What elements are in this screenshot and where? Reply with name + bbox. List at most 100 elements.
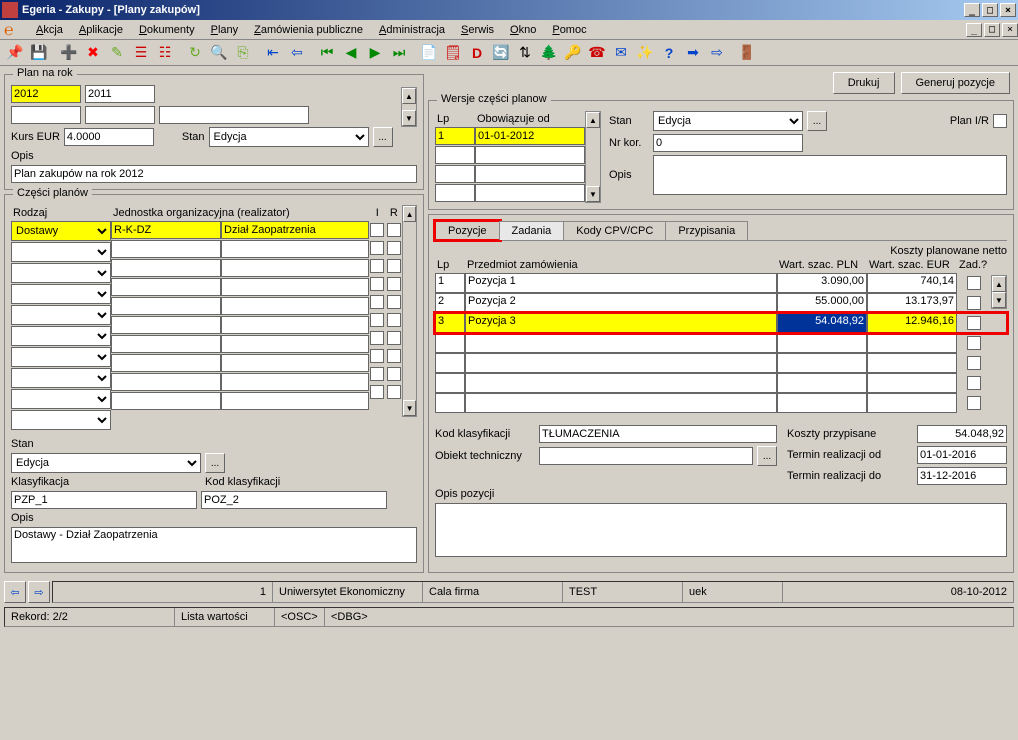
find-icon[interactable]: 🔍	[208, 42, 230, 64]
nav-fwd-icon[interactable]: ⇨	[28, 581, 50, 603]
nav-back-icon[interactable]: ⇦	[4, 581, 26, 603]
wand-icon[interactable]: ✨	[634, 42, 656, 64]
help-icon[interactable]: ?	[658, 42, 680, 64]
opis-pozycji-input[interactable]	[435, 503, 1007, 557]
copy-icon[interactable]: ⎘	[232, 42, 254, 64]
mdi-minimize-button[interactable]: _	[966, 23, 982, 37]
jed1-input-6[interactable]	[111, 316, 221, 334]
i-checkbox[interactable]	[370, 331, 384, 345]
zad-checkbox[interactable]	[967, 356, 981, 370]
menu-aplikacje[interactable]: Aplikacje	[71, 22, 131, 38]
year-from-input[interactable]	[11, 85, 81, 103]
notes-icon[interactable]: 🗒	[442, 42, 464, 64]
tab-pozycje[interactable]: Pozycje	[435, 221, 500, 240]
wersje-lp-input[interactable]	[435, 127, 475, 145]
scroll-down-icon[interactable]: ▼	[402, 110, 416, 126]
i-checkbox[interactable]	[370, 259, 384, 273]
jed2-input-9[interactable]	[221, 373, 369, 391]
eur-cell[interactable]: 740,14	[867, 273, 957, 293]
tab-zadania[interactable]: Zadania	[499, 221, 565, 240]
koszty-przyp-input[interactable]	[917, 425, 1007, 443]
zad-checkbox[interactable]	[967, 336, 981, 350]
rodzaj-select-8[interactable]	[11, 368, 111, 388]
generate-button[interactable]: Generuj pozycje	[901, 72, 1011, 94]
jed2-input-10[interactable]	[221, 392, 369, 410]
sort-icon[interactable]: ⇅	[514, 42, 536, 64]
zad-checkbox[interactable]	[967, 396, 981, 410]
czesci-stan-lookup-button[interactable]: ...	[205, 453, 225, 473]
scroll-down-icon[interactable]: ▼	[403, 400, 416, 416]
table-row[interactable]: 1 Pozycja 1 3.090,00 740,14	[435, 273, 1007, 293]
scroll-up-icon[interactable]: ▲	[586, 112, 600, 128]
kurs-input[interactable]	[64, 128, 154, 146]
jed2-input-7[interactable]	[221, 335, 369, 353]
menu-serwis[interactable]: Serwis	[453, 22, 502, 38]
table-row-selected[interactable]: 3 Pozycja 3 54.048,92 12.946,16	[435, 313, 1007, 333]
jed2-input-2[interactable]	[221, 240, 369, 258]
klas-input[interactable]	[11, 491, 197, 509]
wersje-obow-input-4[interactable]	[475, 184, 585, 202]
jed2-input[interactable]	[221, 221, 369, 239]
eur-cell[interactable]: 13.173,97	[867, 293, 957, 313]
r-checkbox[interactable]	[387, 295, 401, 309]
menu-akcja[interactable]: Akcja	[28, 22, 71, 38]
jed2-input-6[interactable]	[221, 316, 369, 334]
nav-prev-icon[interactable]: ⇦	[286, 42, 308, 64]
prz-cell[interactable]: Pozycja 3	[465, 313, 777, 333]
minimize-button[interactable]: _	[964, 3, 980, 17]
termin-od-input[interactable]	[917, 446, 1007, 464]
zad-checkbox[interactable]	[967, 296, 981, 310]
rodzaj-select-10[interactable]	[11, 410, 111, 430]
scroll-up-icon[interactable]: ▲	[403, 206, 416, 222]
jed1-input-3[interactable]	[111, 259, 221, 277]
menu-plany[interactable]: Plany	[203, 22, 247, 38]
year-to-2-input[interactable]	[85, 106, 155, 124]
i-checkbox[interactable]	[370, 385, 384, 399]
wersje-stan-select[interactable]: Edycja	[653, 111, 803, 131]
menu-administracja[interactable]: Administracja	[371, 22, 453, 38]
wersje-lp-input-4[interactable]	[435, 184, 475, 202]
close-button[interactable]: ×	[1000, 3, 1016, 17]
rodzaj-select-5[interactable]	[11, 305, 111, 325]
prz-cell[interactable]: Pozycja 1	[465, 273, 777, 293]
kodklas-input[interactable]	[539, 425, 777, 443]
mail-icon[interactable]: ✉	[610, 42, 632, 64]
year-from-2-input[interactable]	[11, 106, 81, 124]
rodzaj-select[interactable]: Dostawy	[11, 221, 111, 241]
jed1-input-10[interactable]	[111, 392, 221, 410]
mdi-close-button[interactable]: ×	[1002, 23, 1018, 37]
jed1-input-9[interactable]	[111, 373, 221, 391]
doc-icon[interactable]: 📄	[418, 42, 440, 64]
nav-last-icon[interactable]: ⇨	[706, 42, 728, 64]
zad-checkbox[interactable]	[967, 316, 981, 330]
table-row[interactable]	[435, 333, 1007, 353]
table-row[interactable]: 2 Pozycja 2 55.000,00 13.173,97	[435, 293, 1007, 313]
i-checkbox[interactable]	[370, 313, 384, 327]
menu-okno[interactable]: Okno	[502, 22, 544, 38]
prz-cell[interactable]: Pozycja 2	[465, 293, 777, 313]
obiekt-input[interactable]	[539, 447, 753, 465]
year-to-input[interactable]	[85, 85, 155, 103]
tab-przypisania[interactable]: Przypisania	[665, 221, 748, 240]
r-checkbox[interactable]	[387, 241, 401, 255]
nav-next-icon[interactable]: ➡	[682, 42, 704, 64]
scroll-up-icon[interactable]: ▲	[992, 276, 1006, 292]
rec-prev-icon[interactable]: ◀	[340, 42, 362, 64]
table-row[interactable]	[435, 393, 1007, 413]
eur-cell[interactable]: 12.946,16	[867, 313, 957, 333]
lp-cell[interactable]: 1	[435, 273, 465, 293]
rec-next-icon[interactable]: ▶	[364, 42, 386, 64]
table-row[interactable]	[435, 353, 1007, 373]
opis-input[interactable]	[11, 165, 417, 183]
jed2-input-4[interactable]	[221, 278, 369, 296]
r-checkbox[interactable]	[387, 367, 401, 381]
rodzaj-select-6[interactable]	[11, 326, 111, 346]
i-checkbox[interactable]	[370, 367, 384, 381]
jed1-input-7[interactable]	[111, 335, 221, 353]
r-checkbox[interactable]	[387, 349, 401, 363]
i-checkbox[interactable]	[370, 241, 384, 255]
rodzaj-select-7[interactable]	[11, 347, 111, 367]
rodzaj-select-9[interactable]	[11, 389, 111, 409]
pin-icon[interactable]: 📌	[4, 42, 26, 64]
pln-cell[interactable]: 54.048,92	[777, 313, 867, 333]
